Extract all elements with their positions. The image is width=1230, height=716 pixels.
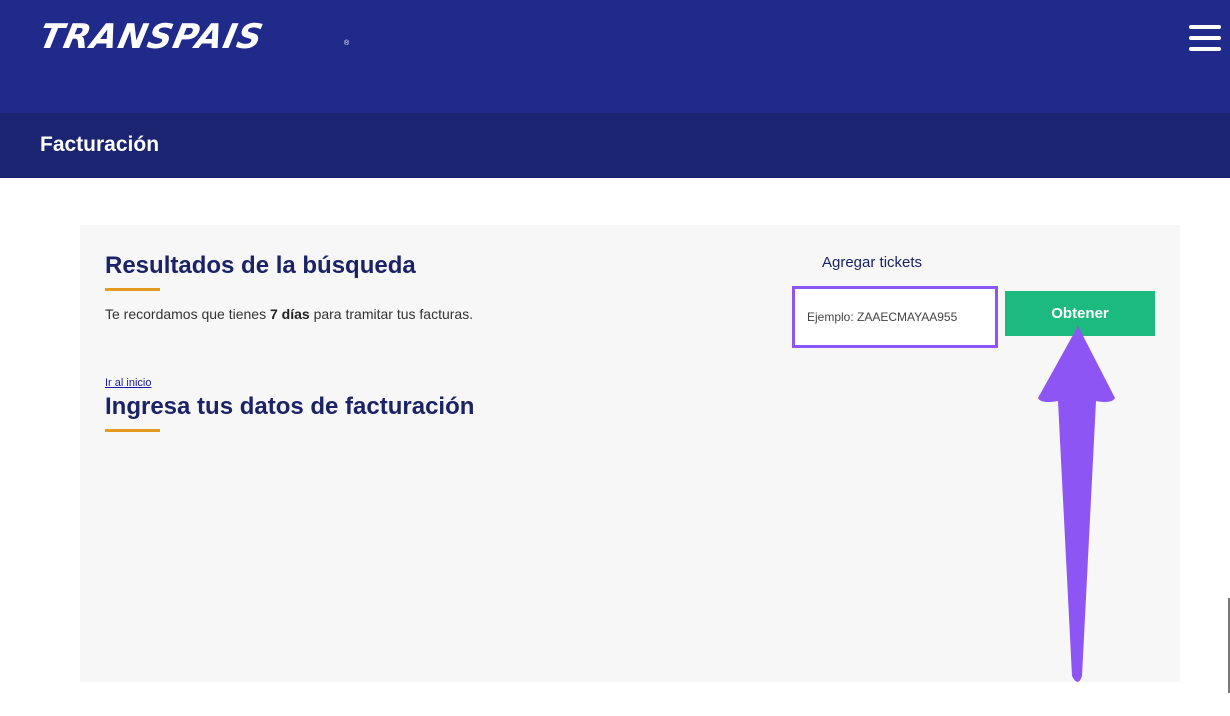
results-heading-underline — [105, 288, 160, 291]
ticket-input-highlight — [792, 286, 998, 348]
home-link[interactable]: Ir al inicio — [105, 377, 151, 389]
notice-days: 7 días — [269, 306, 310, 322]
days-notice: Te recordamos que tienes 7 días para tra… — [105, 306, 473, 322]
ticket-input[interactable] — [807, 305, 983, 329]
obtain-button[interactable]: Obtener — [1005, 291, 1155, 336]
registered-mark: ® — [344, 40, 350, 47]
hamburger-menu-icon[interactable] — [1189, 25, 1221, 51]
results-heading: Resultados de la búsqueda — [105, 252, 416, 279]
site-header: TRANSPAIS ® — [0, 0, 1230, 113]
notice-prefix: Te recordamos que tienes — [105, 306, 270, 322]
content-panel: Resultados de la búsqueda Te recordamos … — [80, 225, 1180, 682]
billing-heading: Ingresa tus datos de facturación — [105, 393, 475, 420]
page-title: Facturación — [40, 133, 160, 156]
transpais-logo[interactable]: TRANSPAIS — [36, 17, 267, 57]
add-tickets-label: Agregar tickets — [822, 254, 923, 271]
notice-suffix: para tramitar tus facturas. — [309, 306, 474, 322]
billing-heading-underline — [105, 429, 160, 432]
title-bar: Facturación — [0, 113, 1230, 178]
